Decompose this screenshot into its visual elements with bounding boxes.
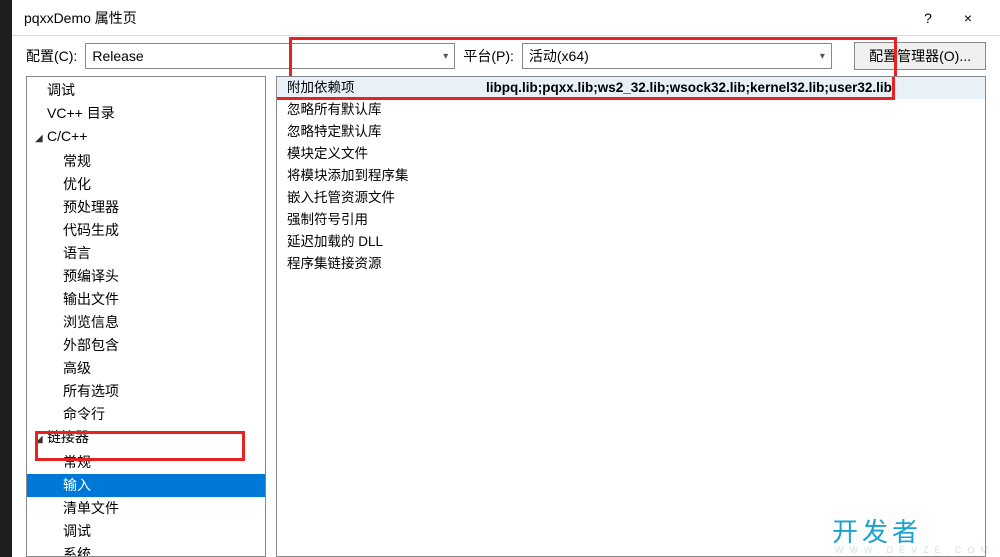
tree-item-label: 预编译头: [63, 268, 119, 284]
window-title: pqxxDemo 属性页: [24, 8, 908, 28]
property-row[interactable]: 附加依赖项libpq.lib;pqxx.lib;ws2_32.lib;wsock…: [277, 77, 985, 99]
tree-item[interactable]: 预编译头: [27, 265, 265, 288]
property-name: 模块定义文件: [277, 143, 482, 165]
tree-item[interactable]: 高级: [27, 357, 265, 380]
property-row[interactable]: 强制符号引用: [277, 209, 985, 231]
tree-item-label: VC++ 目录: [47, 105, 115, 121]
property-row[interactable]: 将模块添加到程序集: [277, 165, 985, 187]
property-value[interactable]: [482, 231, 985, 253]
toolbar: 配置(C): Release ▾ 平台(P): 活动(x64) ▾ 配置管理器(…: [12, 36, 1000, 76]
tree-item-label: 语言: [63, 245, 91, 261]
tree-item[interactable]: 浏览信息: [27, 311, 265, 334]
tree-item-label: 常规: [63, 153, 91, 169]
tree-item[interactable]: 常规: [27, 150, 265, 173]
property-value[interactable]: [482, 165, 985, 187]
chevron-down-icon: ▾: [820, 51, 825, 62]
property-name: 将模块添加到程序集: [277, 165, 482, 187]
property-value[interactable]: [482, 121, 985, 143]
config-combo[interactable]: Release ▾: [85, 43, 455, 69]
property-row[interactable]: 忽略特定默认库: [277, 121, 985, 143]
property-row[interactable]: 延迟加载的 DLL: [277, 231, 985, 253]
chevron-down-icon: ◢: [35, 429, 47, 450]
chevron-down-icon: ▾: [443, 51, 448, 62]
tree-item[interactable]: 语言: [27, 242, 265, 265]
property-name: 忽略所有默认库: [277, 99, 482, 121]
watermark: 开发者 WWW.DEVZE.COM: [832, 512, 994, 555]
property-value[interactable]: libpq.lib;pqxx.lib;ws2_32.lib;wsock32.li…: [482, 77, 985, 99]
property-name: 附加依赖项: [277, 77, 482, 99]
tree-item-label: 调试: [47, 82, 75, 98]
property-name: 强制符号引用: [277, 209, 482, 231]
tree-item[interactable]: 所有选项: [27, 380, 265, 403]
tree-item-label: 输出文件: [63, 291, 119, 307]
tree-item-label: 浏览信息: [63, 314, 119, 330]
tree-item-label: 链接器: [47, 429, 89, 445]
tree-item[interactable]: VC++ 目录: [27, 102, 265, 125]
property-name: 嵌入托管资源文件: [277, 187, 482, 209]
property-row[interactable]: 嵌入托管资源文件: [277, 187, 985, 209]
property-name: 程序集链接资源: [277, 253, 482, 275]
tree-item[interactable]: ◢链接器: [27, 426, 265, 451]
platform-label: 平台(P):: [463, 46, 514, 66]
property-page-window: pqxxDemo 属性页 ? × 配置(C): Release ▾ 平台(P):…: [12, 0, 1000, 557]
tree-item-label: 命令行: [63, 406, 105, 422]
tree-item-label: 优化: [63, 176, 91, 192]
property-value[interactable]: [482, 187, 985, 209]
tree-item-label: 外部包含: [63, 337, 119, 353]
tree-item-label: 所有选项: [63, 383, 119, 399]
tree-item[interactable]: 清单文件: [27, 497, 265, 520]
property-value[interactable]: [482, 209, 985, 231]
tree-item[interactable]: 调试: [27, 79, 265, 102]
tree-item[interactable]: 常规: [27, 451, 265, 474]
platform-value: 活动(x64): [529, 46, 589, 66]
tree-item-label: 系统: [63, 546, 91, 557]
tree-item[interactable]: 输入: [27, 474, 265, 497]
tree-item-label: 高级: [63, 360, 91, 376]
tree-item-label: 代码生成: [63, 222, 119, 238]
config-value: Release: [92, 48, 143, 64]
tree-item[interactable]: 预处理器: [27, 196, 265, 219]
tree-item-label: 调试: [63, 523, 91, 539]
property-value[interactable]: [482, 99, 985, 121]
config-label: 配置(C):: [26, 46, 77, 66]
platform-combo[interactable]: 活动(x64) ▾: [522, 43, 832, 69]
property-value[interactable]: [482, 143, 985, 165]
property-name: 忽略特定默认库: [277, 121, 482, 143]
property-value[interactable]: [482, 253, 985, 275]
property-grid[interactable]: 附加依赖项libpq.lib;pqxx.lib;ws2_32.lib;wsock…: [276, 76, 986, 557]
property-name: 延迟加载的 DLL: [277, 231, 482, 253]
tree-item[interactable]: ◢C/C++: [27, 125, 265, 150]
tree-item[interactable]: 外部包含: [27, 334, 265, 357]
property-row[interactable]: 忽略所有默认库: [277, 99, 985, 121]
close-button[interactable]: ×: [948, 0, 988, 36]
chevron-down-icon: ◢: [35, 128, 47, 149]
property-row[interactable]: 模块定义文件: [277, 143, 985, 165]
category-tree[interactable]: 调试VC++ 目录◢C/C++常规优化预处理器代码生成语言预编译头输出文件浏览信…: [26, 76, 266, 557]
tree-item[interactable]: 输出文件: [27, 288, 265, 311]
tree-item[interactable]: 代码生成: [27, 219, 265, 242]
titlebar: pqxxDemo 属性页 ? ×: [12, 0, 1000, 36]
tree-item-label: 清单文件: [63, 500, 119, 516]
tree-item[interactable]: 系统: [27, 543, 265, 557]
help-button[interactable]: ?: [908, 0, 948, 36]
tree-item[interactable]: 调试: [27, 520, 265, 543]
config-manager-button[interactable]: 配置管理器(O)...: [854, 42, 986, 70]
tree-item[interactable]: 优化: [27, 173, 265, 196]
tree-item-label: 预处理器: [63, 199, 119, 215]
property-row[interactable]: 程序集链接资源: [277, 253, 985, 275]
tree-item[interactable]: 命令行: [27, 403, 265, 426]
tree-item-label: 输入: [63, 477, 91, 493]
tree-item-label: C/C++: [47, 128, 87, 144]
tree-item-label: 常规: [63, 454, 91, 470]
